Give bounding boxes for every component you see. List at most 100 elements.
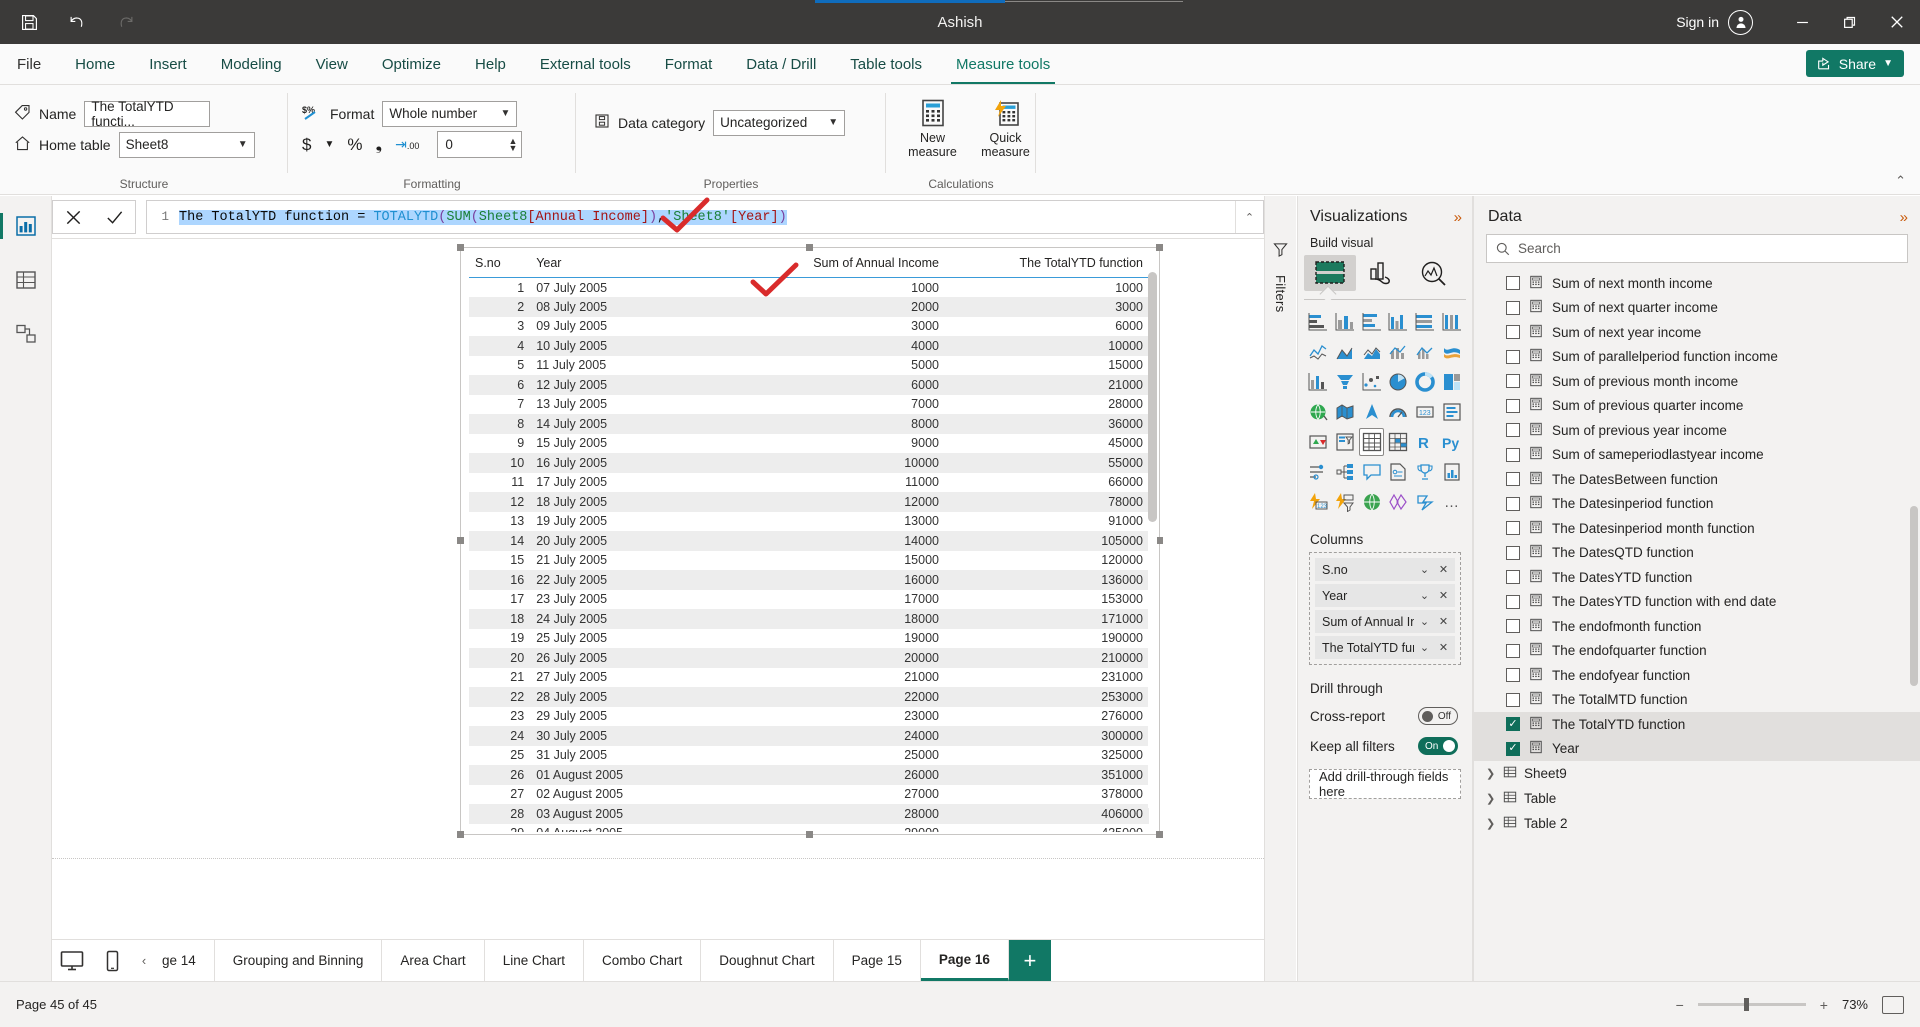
redo-icon[interactable] (112, 9, 138, 35)
sidebar-item-report-view[interactable] (0, 210, 42, 242)
table-row[interactable]: 2904 August 200529000435000 (469, 824, 1149, 832)
commit-formula-button[interactable] (94, 201, 135, 233)
data-field-row[interactable]: The DatesYTD function with end date (1474, 590, 1920, 615)
visual-type-key-influencers[interactable] (1306, 458, 1331, 486)
visual-type-pie-chart[interactable] (1386, 368, 1411, 396)
visual-type-smart-narrative-diamond[interactable] (1386, 488, 1411, 516)
visual-type-map[interactable] (1306, 398, 1331, 426)
filter-icon[interactable] (1273, 242, 1288, 257)
chevron-down-icon[interactable]: ⌄ (1416, 589, 1433, 602)
resize-handle-w[interactable] (457, 537, 464, 544)
ribbon-tab-file[interactable]: File (0, 45, 58, 84)
zoom-in-button[interactable]: + (1820, 997, 1828, 1013)
field-checkbox[interactable] (1506, 570, 1520, 585)
measure-name-input[interactable]: The TotalYTD functi... (84, 99, 211, 129)
visual-type-kpi[interactable] (1306, 428, 1331, 456)
visual-type-filled-map[interactable] (1333, 398, 1358, 426)
column-header-totalytd[interactable]: The TotalYTD function (944, 254, 1149, 278)
chevron-right-icon[interactable]: ❯ (1486, 817, 1496, 830)
resize-handle-s[interactable] (806, 831, 813, 838)
field-chip-year[interactable]: Year ⌄ ✕ (1315, 584, 1455, 607)
column-header-sum-annual-income[interactable]: Sum of Annual Income (734, 254, 945, 278)
table-row[interactable]: 22 28 July 2005 22000 253000 (469, 687, 1149, 707)
filters-pane-collapsed[interactable]: Filters (1264, 196, 1296, 981)
data-field-row[interactable]: The Datesinperiod month function (1474, 516, 1920, 541)
table-row[interactable]: 12 18 July 2005 12000 78000 (469, 492, 1149, 512)
table-row[interactable]: 6 12 July 2005 6000 21000 (469, 375, 1149, 395)
table-scrollbar-thumb[interactable] (1148, 272, 1157, 522)
resize-handle-n[interactable] (806, 244, 813, 251)
data-category-select[interactable]: Uncategorized ▼ (713, 109, 846, 136)
save-icon[interactable] (16, 9, 42, 35)
page-tab-page-14[interactable]: ge 14 (156, 940, 215, 981)
format-select[interactable]: Whole number ▼ (382, 100, 518, 127)
visual-type-ribbon-chart[interactable] (1439, 338, 1464, 366)
visual-type-treemap[interactable] (1439, 368, 1464, 396)
data-field-row[interactable]: The DatesYTD function (1474, 565, 1920, 590)
visual-type-q-and-a[interactable] (1359, 458, 1384, 486)
zoom-slider[interactable] (1697, 998, 1806, 1011)
table-row[interactable]: 2 08 July 2005 2000 3000 (469, 297, 1149, 317)
chevron-down-icon[interactable]: ⌄ (1416, 641, 1433, 654)
table-row[interactable]: 10 16 July 2005 10000 55000 (469, 453, 1149, 473)
data-field-row[interactable]: Sum of next year income (1474, 320, 1920, 345)
visual-type-waterfall-chart[interactable] (1306, 368, 1331, 396)
visual-type-line-and-clustered-column-chart[interactable] (1413, 338, 1438, 366)
visual-type-stacked-column-chart[interactable] (1333, 308, 1358, 336)
stepper-arrows[interactable]: ▲ ▼ (509, 136, 518, 152)
ribbon-tab-data-drill[interactable]: Data / Drill (729, 45, 833, 84)
chevron-right-icon[interactable]: ❯ (1486, 767, 1496, 780)
report-page-surface[interactable]: S.no Year Sum of Annual Income The Total… (52, 239, 1264, 859)
field-checkbox[interactable] (1506, 594, 1520, 609)
visual-type-table[interactable] (1359, 428, 1384, 456)
ribbon-tab-format[interactable]: Format (648, 45, 730, 84)
data-field-row[interactable]: The Datesinperiod function (1474, 492, 1920, 517)
chevron-down-icon[interactable]: ⌄ (1416, 615, 1433, 628)
zoom-out-button[interactable]: − (1676, 997, 1684, 1013)
field-checkbox[interactable] (1506, 423, 1520, 438)
field-checkbox[interactable] (1506, 276, 1520, 291)
table-row[interactable]: 17 23 July 2005 17000 153000 (469, 590, 1149, 610)
field-checkbox[interactable] (1506, 717, 1520, 732)
data-field-row[interactable]: The endofquarter function (1474, 639, 1920, 664)
visual-type-arcgis-map[interactable] (1359, 488, 1384, 516)
column-header-year[interactable]: Year (530, 254, 735, 278)
visual-type-stacked-area-chart[interactable] (1359, 338, 1384, 366)
restore-button[interactable] (1826, 0, 1873, 44)
table-row[interactable]: 4 10 July 2005 4000 10000 (469, 336, 1149, 356)
chevron-double-right-icon[interactable]: » (1900, 209, 1908, 226)
ribbon-tab-table-tools[interactable]: Table tools (833, 45, 939, 84)
field-checkbox[interactable] (1506, 349, 1520, 364)
fit-to-page-button[interactable] (1882, 995, 1904, 1014)
cross-report-toggle[interactable]: Off (1418, 707, 1458, 725)
visual-type-power-automate[interactable] (1333, 488, 1358, 516)
close-button[interactable] (1873, 0, 1920, 44)
field-chip-sno[interactable]: S.no ⌄ ✕ (1315, 558, 1455, 581)
visual-type-clustered-column-chart[interactable] (1386, 308, 1411, 336)
field-checkbox[interactable] (1506, 325, 1520, 340)
page-tab-page-16[interactable]: Page 16 (920, 940, 1009, 981)
visual-type-100-stacked-column-chart[interactable] (1439, 308, 1464, 336)
expand-formula-bar-button[interactable]: ⌃ (1235, 201, 1263, 233)
table-row[interactable]: 3 09 July 2005 3000 6000 (469, 317, 1149, 337)
resize-handle-e[interactable] (1156, 537, 1163, 544)
tab-format-visual[interactable] (1356, 255, 1408, 291)
visual-type-funnel-chart[interactable] (1333, 368, 1358, 396)
chevron-double-right-icon[interactable]: » (1454, 209, 1462, 226)
table-row[interactable]: 14 20 July 2005 14000 105000 (469, 531, 1149, 551)
field-checkbox[interactable] (1506, 619, 1520, 634)
add-page-button[interactable]: + (1008, 940, 1051, 981)
data-field-row[interactable]: Sum of parallelperiod function income (1474, 345, 1920, 370)
table-row[interactable]: 23 29 July 2005 23000 276000 (469, 707, 1149, 727)
visual-type-more-options[interactable]: … (1439, 488, 1464, 516)
table-row[interactable]: 20 26 July 2005 20000 210000 (469, 648, 1149, 668)
desktop-layout-icon[interactable] (52, 940, 92, 981)
table-row[interactable]: 9 15 July 2005 9000 45000 (469, 434, 1149, 454)
field-checkbox[interactable] (1506, 472, 1520, 487)
columns-field-well[interactable]: S.no ⌄ ✕ Year ⌄ ✕ Sum of Annual Income ⌄… (1309, 552, 1461, 665)
page-tab-combo-chart[interactable]: Combo Chart (584, 940, 702, 981)
mobile-layout-icon[interactable] (92, 940, 132, 981)
data-table-row[interactable]: ❯ Table (1474, 786, 1920, 811)
thousands-separator-icon[interactable]: ❟ (376, 135, 383, 155)
resize-handle-se[interactable] (1156, 831, 1163, 838)
